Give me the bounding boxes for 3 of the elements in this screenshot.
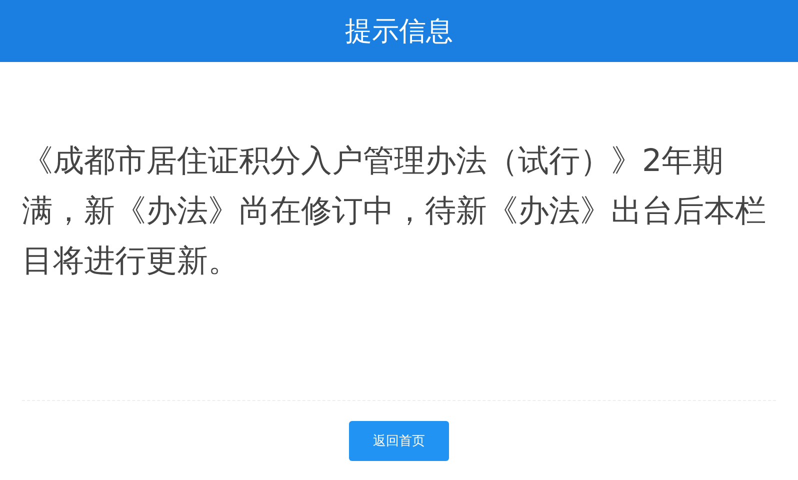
dialog-title: 提示信息 [345, 15, 453, 49]
home-button[interactable]: 返回首页 [349, 421, 449, 461]
message-text: 《成都市居住证积分入户管理办法（试行）》2年期满，新《办法》尚在修订中，待新《办法》出台后本栏目将进行更新。 [22, 142, 767, 281]
